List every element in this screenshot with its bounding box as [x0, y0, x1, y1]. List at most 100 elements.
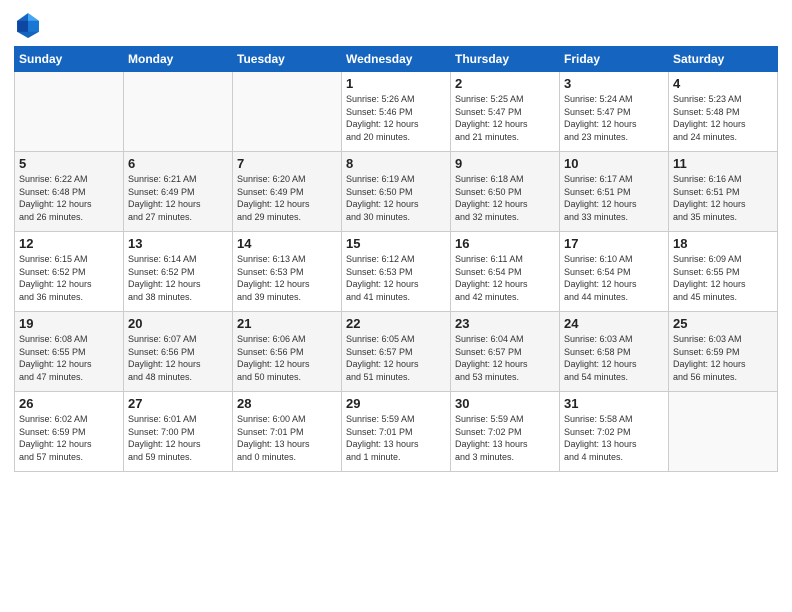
day-number: 1	[346, 76, 446, 91]
day-info: Sunrise: 5:59 AM Sunset: 7:02 PM Dayligh…	[455, 413, 555, 463]
calendar-day-cell: 12Sunrise: 6:15 AM Sunset: 6:52 PM Dayli…	[15, 232, 124, 312]
page-header	[14, 10, 778, 38]
calendar-day-cell: 2Sunrise: 5:25 AM Sunset: 5:47 PM Daylig…	[451, 72, 560, 152]
calendar-day-cell: 25 Sunrise: 6:03 AM Sunset: 6:59 PM Dayli…	[669, 312, 778, 392]
day-number: 18	[673, 236, 773, 251]
calendar-day-cell: 29 Sunrise: 5:59 AM Sunset: 7:01 PM Dayli…	[342, 392, 451, 472]
day-info: Sunrise: 6:13 AM Sunset: 6:53 PM Dayligh…	[237, 253, 337, 303]
calendar-week-row: 26 Sunrise: 6:02 AM Sunset: 6:59 PM Dayli…	[15, 392, 778, 472]
calendar-day-cell: 10Sunrise: 6:17 AM Sunset: 6:51 PM Dayli…	[560, 152, 669, 232]
calendar-day-cell: 24 Sunrise: 6:03 AM Sunset: 6:58 PM Dayli…	[560, 312, 669, 392]
day-number: 31	[564, 396, 664, 411]
calendar-day-cell: 22Sunrise: 6:05 AM Sunset: 6:57 PM Dayli…	[342, 312, 451, 392]
weekday-header: Monday	[124, 47, 233, 72]
day-number: 25	[673, 316, 773, 331]
page-container: SundayMondayTuesdayWednesdayThursdayFrid…	[0, 0, 792, 482]
calendar-week-row: 5Sunrise: 6:22 AM Sunset: 6:48 PM Daylig…	[15, 152, 778, 232]
calendar-day-cell: 8 Sunrise: 6:19 AM Sunset: 6:50 PM Daylig…	[342, 152, 451, 232]
calendar-day-cell: 1Sunrise: 5:26 AM Sunset: 5:46 PM Daylig…	[342, 72, 451, 152]
weekday-header: Thursday	[451, 47, 560, 72]
day-number: 29	[346, 396, 446, 411]
day-number: 7	[237, 156, 337, 171]
calendar-day-cell: 28 Sunrise: 6:00 AM Sunset: 7:01 PM Dayli…	[233, 392, 342, 472]
day-number: 3	[564, 76, 664, 91]
calendar-day-cell: 7 Sunrise: 6:20 AM Sunset: 6:49 PM Daylig…	[233, 152, 342, 232]
day-info: Sunrise: 6:03 AM Sunset: 6:58 PM Dayligh…	[564, 333, 664, 383]
day-info: Sunrise: 6:15 AM Sunset: 6:52 PM Dayligh…	[19, 253, 119, 303]
day-info: Sunrise: 6:09 AM Sunset: 6:55 PM Dayligh…	[673, 253, 773, 303]
day-info: Sunrise: 6:10 AM Sunset: 6:54 PM Dayligh…	[564, 253, 664, 303]
day-number: 26	[19, 396, 119, 411]
day-number: 20	[128, 316, 228, 331]
day-info: Sunrise: 5:25 AM Sunset: 5:47 PM Dayligh…	[455, 93, 555, 143]
weekday-header: Sunday	[15, 47, 124, 72]
calendar-table: SundayMondayTuesdayWednesdayThursdayFrid…	[14, 46, 778, 472]
day-info: Sunrise: 6:02 AM Sunset: 6:59 PM Dayligh…	[19, 413, 119, 463]
calendar-day-cell: 26 Sunrise: 6:02 AM Sunset: 6:59 PM Dayli…	[15, 392, 124, 472]
day-info: Sunrise: 6:08 AM Sunset: 6:55 PM Dayligh…	[19, 333, 119, 383]
calendar-day-cell: 23Sunrise: 6:04 AM Sunset: 6:57 PM Dayli…	[451, 312, 560, 392]
calendar-day-cell: 21 Sunrise: 6:06 AM Sunset: 6:56 PM Dayli…	[233, 312, 342, 392]
day-info: Sunrise: 6:20 AM Sunset: 6:49 PM Dayligh…	[237, 173, 337, 223]
day-info: Sunrise: 6:03 AM Sunset: 6:59 PM Dayligh…	[673, 333, 773, 383]
calendar-week-row: 1Sunrise: 5:26 AM Sunset: 5:46 PM Daylig…	[15, 72, 778, 152]
calendar-day-cell: 6 Sunrise: 6:21 AM Sunset: 6:49 PM Daylig…	[124, 152, 233, 232]
day-info: Sunrise: 6:11 AM Sunset: 6:54 PM Dayligh…	[455, 253, 555, 303]
calendar-day-cell: 4 Sunrise: 5:23 AM Sunset: 5:48 PM Daylig…	[669, 72, 778, 152]
day-info: Sunrise: 6:00 AM Sunset: 7:01 PM Dayligh…	[237, 413, 337, 463]
calendar-day-cell: 13 Sunrise: 6:14 AM Sunset: 6:52 PM Dayli…	[124, 232, 233, 312]
day-info: Sunrise: 6:07 AM Sunset: 6:56 PM Dayligh…	[128, 333, 228, 383]
calendar-day-cell: 16Sunrise: 6:11 AM Sunset: 6:54 PM Dayli…	[451, 232, 560, 312]
logo	[14, 10, 46, 38]
day-info: Sunrise: 6:18 AM Sunset: 6:50 PM Dayligh…	[455, 173, 555, 223]
day-number: 21	[237, 316, 337, 331]
day-info: Sunrise: 5:59 AM Sunset: 7:01 PM Dayligh…	[346, 413, 446, 463]
calendar-day-cell: 27Sunrise: 6:01 AM Sunset: 7:00 PM Dayli…	[124, 392, 233, 472]
day-number: 9	[455, 156, 555, 171]
day-info: Sunrise: 5:24 AM Sunset: 5:47 PM Dayligh…	[564, 93, 664, 143]
day-info: Sunrise: 5:58 AM Sunset: 7:02 PM Dayligh…	[564, 413, 664, 463]
calendar-day-cell	[669, 392, 778, 472]
calendar-week-row: 12Sunrise: 6:15 AM Sunset: 6:52 PM Dayli…	[15, 232, 778, 312]
day-info: Sunrise: 6:05 AM Sunset: 6:57 PM Dayligh…	[346, 333, 446, 383]
day-number: 17	[564, 236, 664, 251]
calendar-day-cell: 14 Sunrise: 6:13 AM Sunset: 6:53 PM Dayli…	[233, 232, 342, 312]
day-info: Sunrise: 6:19 AM Sunset: 6:50 PM Dayligh…	[346, 173, 446, 223]
calendar-day-cell: 5Sunrise: 6:22 AM Sunset: 6:48 PM Daylig…	[15, 152, 124, 232]
calendar-day-cell: 30 Sunrise: 5:59 AM Sunset: 7:02 PM Dayli…	[451, 392, 560, 472]
calendar-day-cell: 17 Sunrise: 6:10 AM Sunset: 6:54 PM Dayli…	[560, 232, 669, 312]
day-number: 30	[455, 396, 555, 411]
day-number: 14	[237, 236, 337, 251]
day-info: Sunrise: 6:12 AM Sunset: 6:53 PM Dayligh…	[346, 253, 446, 303]
weekday-header: Saturday	[669, 47, 778, 72]
calendar-day-cell: 15Sunrise: 6:12 AM Sunset: 6:53 PM Dayli…	[342, 232, 451, 312]
day-number: 24	[564, 316, 664, 331]
calendar-day-cell: 20 Sunrise: 6:07 AM Sunset: 6:56 PM Dayli…	[124, 312, 233, 392]
calendar-week-row: 19Sunrise: 6:08 AM Sunset: 6:55 PM Dayli…	[15, 312, 778, 392]
day-number: 8	[346, 156, 446, 171]
logo-icon	[14, 10, 42, 38]
calendar-body: 1Sunrise: 5:26 AM Sunset: 5:46 PM Daylig…	[15, 72, 778, 472]
day-info: Sunrise: 6:17 AM Sunset: 6:51 PM Dayligh…	[564, 173, 664, 223]
calendar-day-cell: 9 Sunrise: 6:18 AM Sunset: 6:50 PM Daylig…	[451, 152, 560, 232]
day-info: Sunrise: 6:22 AM Sunset: 6:48 PM Dayligh…	[19, 173, 119, 223]
calendar-day-cell	[124, 72, 233, 152]
day-number: 11	[673, 156, 773, 171]
calendar-day-cell: 11Sunrise: 6:16 AM Sunset: 6:51 PM Dayli…	[669, 152, 778, 232]
day-number: 4	[673, 76, 773, 91]
day-number: 28	[237, 396, 337, 411]
day-info: Sunrise: 6:06 AM Sunset: 6:56 PM Dayligh…	[237, 333, 337, 383]
day-number: 6	[128, 156, 228, 171]
calendar-day-cell: 19Sunrise: 6:08 AM Sunset: 6:55 PM Dayli…	[15, 312, 124, 392]
calendar-day-cell: 18 Sunrise: 6:09 AM Sunset: 6:55 PM Dayli…	[669, 232, 778, 312]
weekday-header: Wednesday	[342, 47, 451, 72]
day-info: Sunrise: 6:14 AM Sunset: 6:52 PM Dayligh…	[128, 253, 228, 303]
day-number: 23	[455, 316, 555, 331]
day-info: Sunrise: 6:01 AM Sunset: 7:00 PM Dayligh…	[128, 413, 228, 463]
calendar-day-cell: 31 Sunrise: 5:58 AM Sunset: 7:02 PM Dayli…	[560, 392, 669, 472]
day-info: Sunrise: 6:21 AM Sunset: 6:49 PM Dayligh…	[128, 173, 228, 223]
day-number: 13	[128, 236, 228, 251]
weekday-header: Tuesday	[233, 47, 342, 72]
day-info: Sunrise: 5:23 AM Sunset: 5:48 PM Dayligh…	[673, 93, 773, 143]
header-row: SundayMondayTuesdayWednesdayThursdayFrid…	[15, 47, 778, 72]
